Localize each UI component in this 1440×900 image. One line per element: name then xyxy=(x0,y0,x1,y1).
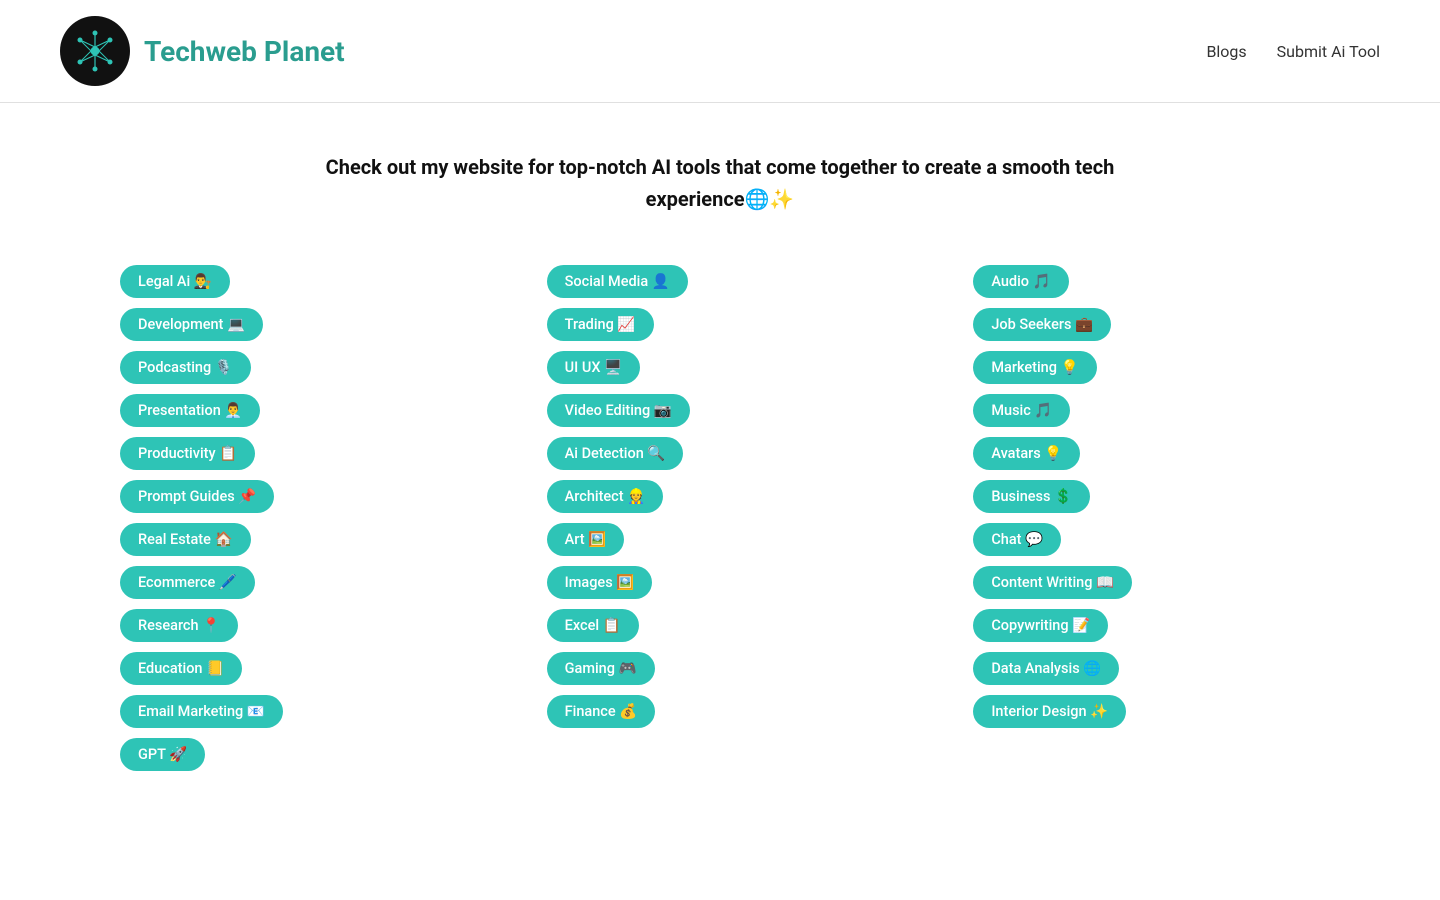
list-item: Development 💻 xyxy=(120,308,487,341)
list-item: Legal Ai 👨‍⚖️ xyxy=(120,265,487,298)
list-item: Data Analysis 🌐 xyxy=(973,652,1340,685)
tag-pill[interactable]: GPT 🚀 xyxy=(120,738,205,771)
tag-pill[interactable]: Music 🎵 xyxy=(973,394,1070,427)
list-item: Interior Design ✨ xyxy=(973,695,1340,728)
category-list-2: Social Media 👤 Trading 📈 UI UX 🖥️ Video Edi… xyxy=(527,265,914,728)
tag-pill[interactable]: Social Media 👤 xyxy=(547,265,688,298)
list-item: Email Marketing 📧 xyxy=(120,695,487,728)
tag-pill[interactable]: Audio 🎵 xyxy=(973,265,1068,298)
tag-pill[interactable]: Presentation 👨‍💼 xyxy=(120,394,260,427)
list-item: Job Seekers 💼 xyxy=(973,308,1340,341)
list-item: Chat 💬 xyxy=(973,523,1340,556)
list-item: Ai Detection 🔍 xyxy=(547,437,914,470)
tag-pill[interactable]: Avatars 💡 xyxy=(973,437,1080,470)
tag-pill[interactable]: Email Marketing 📧 xyxy=(120,695,283,728)
list-item: Gaming 🎮 xyxy=(547,652,914,685)
tag-pill[interactable]: Video Editing 📷 xyxy=(547,394,690,427)
tag-pill[interactable]: Trading 📈 xyxy=(547,308,654,341)
tag-pill[interactable]: Data Analysis 🌐 xyxy=(973,652,1119,685)
category-list-3: Audio 🎵 Job Seekers 💼 Marketing 💡 Music 🎵 Av… xyxy=(953,265,1340,728)
tag-pill[interactable]: Ai Detection 🔍 xyxy=(547,437,684,470)
list-item: Research 📍 xyxy=(120,609,487,642)
hero-text: Check out my website for top-notch AI to… xyxy=(290,151,1150,215)
tag-pill[interactable]: Excel 📋 xyxy=(547,609,639,642)
list-item: Marketing 💡 xyxy=(973,351,1340,384)
tag-pill[interactable]: Real Estate 🏠 xyxy=(120,523,251,556)
list-item: Music 🎵 xyxy=(973,394,1340,427)
category-column-2: Social Media 👤 Trading 📈 UI UX 🖥️ Video Edi… xyxy=(507,265,934,771)
logo[interactable] xyxy=(60,16,130,86)
tag-pill[interactable]: Interior Design ✨ xyxy=(973,695,1126,728)
category-list-1: Legal Ai 👨‍⚖️ Development 💻 Podcasting 🎙️ P… xyxy=(100,265,487,771)
list-item: Education 📒 xyxy=(120,652,487,685)
list-item: Excel 📋 xyxy=(547,609,914,642)
list-item: Content Writing 📖 xyxy=(973,566,1340,599)
tag-pill[interactable]: Images 🖼️ xyxy=(547,566,653,599)
list-item: Social Media 👤 xyxy=(547,265,914,298)
tag-pill[interactable]: Art 🖼️ xyxy=(547,523,625,556)
list-item: Presentation 👨‍💼 xyxy=(120,394,487,427)
list-item: Video Editing 📷 xyxy=(547,394,914,427)
site-title: Techweb Planet xyxy=(144,35,345,68)
categories-grid: Legal Ai 👨‍⚖️ Development 💻 Podcasting 🎙️ P… xyxy=(80,265,1360,771)
list-item: GPT 🚀 xyxy=(120,738,487,771)
tag-pill[interactable]: Productivity 📋 xyxy=(120,437,255,470)
list-item: Finance 💰 xyxy=(547,695,914,728)
list-item: Prompt Guides 📌 xyxy=(120,480,487,513)
list-item: Podcasting 🎙️ xyxy=(120,351,487,384)
category-column-1: Legal Ai 👨‍⚖️ Development 💻 Podcasting 🎙️ P… xyxy=(80,265,507,771)
header: Techweb Planet Blogs Submit Ai Tool xyxy=(0,0,1440,103)
tag-pill[interactable]: Business 💲 xyxy=(973,480,1090,513)
list-item: Architect 👷 xyxy=(547,480,914,513)
tag-pill[interactable]: Ecommerce 🖊️ xyxy=(120,566,255,599)
tag-pill[interactable]: Job Seekers 💼 xyxy=(973,308,1111,341)
tag-pill[interactable]: Research 📍 xyxy=(120,609,238,642)
blogs-link[interactable]: Blogs xyxy=(1206,42,1246,61)
list-item: Business 💲 xyxy=(973,480,1340,513)
tag-pill[interactable]: Education 📒 xyxy=(120,652,242,685)
tag-pill[interactable]: Chat 💬 xyxy=(973,523,1061,556)
tag-pill[interactable]: Finance 💰 xyxy=(547,695,656,728)
list-item: Trading 📈 xyxy=(547,308,914,341)
header-left: Techweb Planet xyxy=(60,16,345,86)
category-column-3: Audio 🎵 Job Seekers 💼 Marketing 💡 Music 🎵 Av… xyxy=(933,265,1360,771)
tag-pill[interactable]: Legal Ai 👨‍⚖️ xyxy=(120,265,230,298)
tag-pill[interactable]: Content Writing 📖 xyxy=(973,566,1132,599)
list-item: Productivity 📋 xyxy=(120,437,487,470)
list-item: Ecommerce 🖊️ xyxy=(120,566,487,599)
list-item: Images 🖼️ xyxy=(547,566,914,599)
tag-pill[interactable]: Copywriting 📝 xyxy=(973,609,1108,642)
list-item: Avatars 💡 xyxy=(973,437,1340,470)
tag-pill[interactable]: Prompt Guides 📌 xyxy=(120,480,274,513)
tag-pill[interactable]: Gaming 🎮 xyxy=(547,652,655,685)
tag-pill[interactable]: UI UX 🖥️ xyxy=(547,351,641,384)
list-item: Real Estate 🏠 xyxy=(120,523,487,556)
tag-pill[interactable]: Marketing 💡 xyxy=(973,351,1096,384)
tag-pill[interactable]: Podcasting 🎙️ xyxy=(120,351,251,384)
submit-tool-link[interactable]: Submit Ai Tool xyxy=(1277,42,1380,61)
categories-section: Legal Ai 👨‍⚖️ Development 💻 Podcasting 🎙️ P… xyxy=(0,235,1440,831)
tag-pill[interactable]: Architect 👷 xyxy=(547,480,664,513)
list-item: Copywriting 📝 xyxy=(973,609,1340,642)
list-item: UI UX 🖥️ xyxy=(547,351,914,384)
tag-pill[interactable]: Development 💻 xyxy=(120,308,263,341)
hero-section: Check out my website for top-notch AI to… xyxy=(270,103,1170,235)
list-item: Art 🖼️ xyxy=(547,523,914,556)
header-nav: Blogs Submit Ai Tool xyxy=(1206,42,1380,61)
list-item: Audio 🎵 xyxy=(973,265,1340,298)
